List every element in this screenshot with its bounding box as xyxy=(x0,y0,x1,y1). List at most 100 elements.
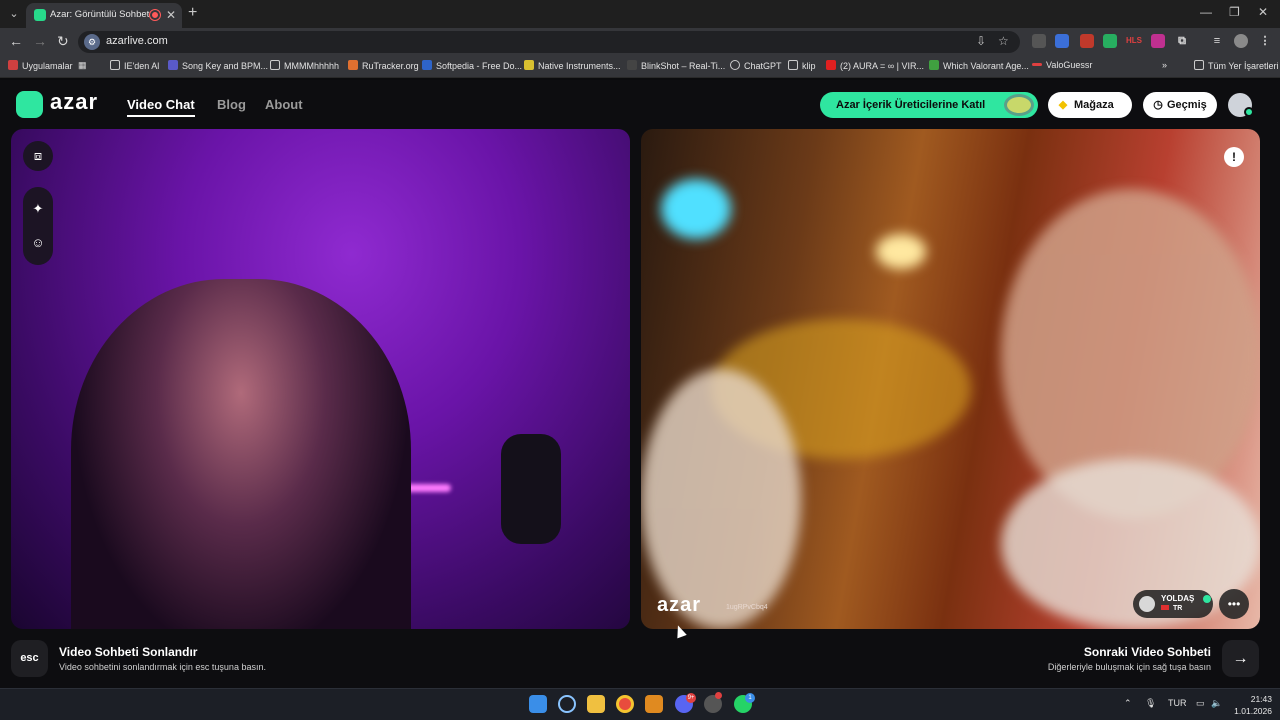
bookmark-grid-icon[interactable]: ▦ xyxy=(78,60,87,71)
chrome-icon[interactable] xyxy=(616,695,634,713)
network-icon[interactable]: ▭ xyxy=(1196,698,1205,709)
reload-button[interactable]: ↻ xyxy=(57,33,69,50)
bookmark-label: Native Instruments... xyxy=(538,61,621,71)
online-status-icon xyxy=(1244,107,1254,117)
media-control-icon[interactable]: ≡ xyxy=(1210,34,1224,48)
tab-search-icon[interactable]: ⌄ xyxy=(6,6,22,22)
extension-icon[interactable] xyxy=(1032,34,1046,48)
bookmark-label: Song Key and BPM... xyxy=(182,61,269,71)
bookmark-label: (2) AURA = ∞ | VIR... xyxy=(840,61,925,71)
next-chat-button[interactable]: → xyxy=(1222,640,1259,677)
close-window-button[interactable]: ✕ xyxy=(1258,5,1268,19)
bookmark-favicon-icon xyxy=(422,60,432,70)
back-button[interactable]: ← xyxy=(9,33,23,49)
browser-tab-strip: ⌄ Azar: Görüntülü Sohbet & Y ✕ + — ❐ ✕ xyxy=(0,0,1280,28)
bookmark-item[interactable]: Song Key and BPM... xyxy=(168,60,268,71)
shop-button[interactable]: ◆ Mağaza xyxy=(1048,92,1132,118)
bookmarks-bar: Uygulamalar ▦ IE'den Al Song Key and BPM… xyxy=(0,56,1280,78)
bookmark-item[interactable]: RuTracker.org xyxy=(348,60,419,71)
my-camera-person xyxy=(71,279,411,629)
tab-title: Azar: Görüntülü Sohbet & Y xyxy=(50,9,150,20)
chat-bubble-button[interactable]: ••• xyxy=(1219,589,1249,619)
all-bookmarks-folder[interactable]: Tüm Yer İşaretleri xyxy=(1194,60,1279,71)
bookmark-folder[interactable]: IE'den Al xyxy=(110,60,159,71)
bookmark-item[interactable]: BlinkShot – Real-Ti... xyxy=(627,60,725,71)
restore-button[interactable]: ❐ xyxy=(1229,5,1240,19)
bookmark-item[interactable]: Native Instruments... xyxy=(524,60,621,71)
hls-extension-icon[interactable]: HLS xyxy=(1126,34,1142,48)
azar-page: azar Video Chat Blog About Azar İçerik Ü… xyxy=(0,80,1280,688)
language-indicator[interactable]: TUR xyxy=(1168,698,1187,708)
end-chat-subtitle: Video sohbetini sonlandırmak için esc tu… xyxy=(59,662,266,672)
bookmark-item[interactable]: Softpedia - Free Do... xyxy=(422,60,522,71)
face-filter-icon[interactable]: ☺ xyxy=(30,235,46,251)
sparkle-effects-icon[interactable]: ✦ xyxy=(30,201,46,217)
nav-about[interactable]: About xyxy=(265,97,303,112)
clock-time: 21:43 xyxy=(1250,694,1272,704)
discord-badge: 9+ xyxy=(686,693,696,703)
azar-logo[interactable]: azar xyxy=(16,89,106,119)
bookmark-favicon-icon xyxy=(929,60,939,70)
folder-icon xyxy=(110,60,120,70)
windows-start-icon[interactable] xyxy=(529,695,547,713)
extension-icon[interactable] xyxy=(1080,34,1094,48)
download-extension-icon[interactable] xyxy=(1103,34,1117,48)
azar-watermark: azar xyxy=(657,594,702,616)
nav-video-chat[interactable]: Video Chat xyxy=(127,97,195,117)
chat-bubble-icon: ••• xyxy=(1227,597,1241,611)
extensions-puzzle-icon[interactable]: ⧉ xyxy=(1175,34,1189,48)
address-bar[interactable]: ⚙ azarlive.com ⇩ ☆ xyxy=(78,31,1020,53)
site-info-icon[interactable]: ⚙ xyxy=(84,34,100,50)
bookmark-item[interactable]: (2) AURA = ∞ | VIR... xyxy=(826,60,924,71)
report-button[interactable]: ! xyxy=(1224,147,1244,167)
file-explorer-icon[interactable] xyxy=(587,695,605,713)
translate-extension-icon[interactable] xyxy=(1055,34,1069,48)
whatsapp-badge: 1 xyxy=(745,693,755,703)
profile-avatar[interactable] xyxy=(1234,34,1248,48)
azar-favicon-icon xyxy=(34,9,46,21)
effects-control-group: ✦ ☺ xyxy=(23,187,53,265)
close-tab-icon[interactable]: ✕ xyxy=(166,8,176,22)
clock-icon: ◷ xyxy=(1153,99,1163,111)
bookmarks-overflow-button[interactable]: » xyxy=(1162,60,1167,70)
new-tab-button[interactable]: + xyxy=(188,4,197,22)
bookmark-star-icon[interactable]: ☆ xyxy=(998,34,1009,48)
end-chat-esc-button[interactable]: esc xyxy=(11,640,48,677)
minimize-video-control[interactable]: ⧈ xyxy=(23,141,53,171)
neon-light-blur xyxy=(661,179,731,239)
microphone-in-frame xyxy=(501,434,561,544)
bookmark-item[interactable]: ChatGPT xyxy=(730,60,782,71)
fl-studio-icon[interactable] xyxy=(645,695,663,713)
tray-overflow-icon[interactable]: ⌃ xyxy=(1124,698,1132,709)
volume-icon[interactable]: 🔈 xyxy=(1211,698,1222,709)
history-button[interactable]: ◷ Geçmiş xyxy=(1143,92,1217,118)
install-app-icon[interactable]: ⇩ xyxy=(976,34,986,48)
url-text: azarlive.com xyxy=(106,35,168,47)
recording-icon xyxy=(150,10,160,20)
browser-menu-icon[interactable]: ⋮ xyxy=(1258,34,1272,48)
minimize-button[interactable]: — xyxy=(1200,5,1212,19)
shop-label: Mağaza xyxy=(1074,99,1114,111)
bookmark-folder[interactable]: klip xyxy=(788,60,816,71)
partner-profile-chip[interactable]: YOLDAŞ TR xyxy=(1133,590,1213,618)
bookmark-apps[interactable]: Uygulamalar xyxy=(8,60,73,71)
my-video-feed: ⧈ ✦ ☺ xyxy=(11,129,630,629)
forward-button[interactable]: → xyxy=(33,33,47,49)
bookmark-item[interactable]: MMMMhhhhh xyxy=(270,60,339,71)
bookmark-label: BlinkShot – Real-Ti... xyxy=(641,61,726,71)
nav-blog[interactable]: Blog xyxy=(217,97,246,112)
search-icon[interactable] xyxy=(558,695,576,713)
join-creators-button[interactable]: Azar İçerik Üreticilerine Katıl xyxy=(820,92,1038,118)
system-clock[interactable]: 21:43 1.01.2026 xyxy=(1232,693,1272,717)
extension-icon[interactable] xyxy=(1151,34,1165,48)
bookmark-item[interactable]: ValoGuessr xyxy=(1032,60,1092,70)
turkey-flag-icon xyxy=(1161,605,1169,610)
bookmark-label: ChatGPT xyxy=(744,61,782,71)
microphone-icon[interactable]: 🎙 xyxy=(1145,698,1156,709)
clock-date: 1.01.2026 xyxy=(1234,706,1272,716)
apps-grid-icon xyxy=(8,60,18,70)
diamond-icon: ◆ xyxy=(1058,99,1068,111)
bookmark-item[interactable]: Which Valorant Age... xyxy=(929,60,1029,71)
user-avatar[interactable] xyxy=(1228,93,1254,117)
browser-tab-azar[interactable]: Azar: Görüntülü Sohbet & Y ✕ xyxy=(26,3,182,28)
